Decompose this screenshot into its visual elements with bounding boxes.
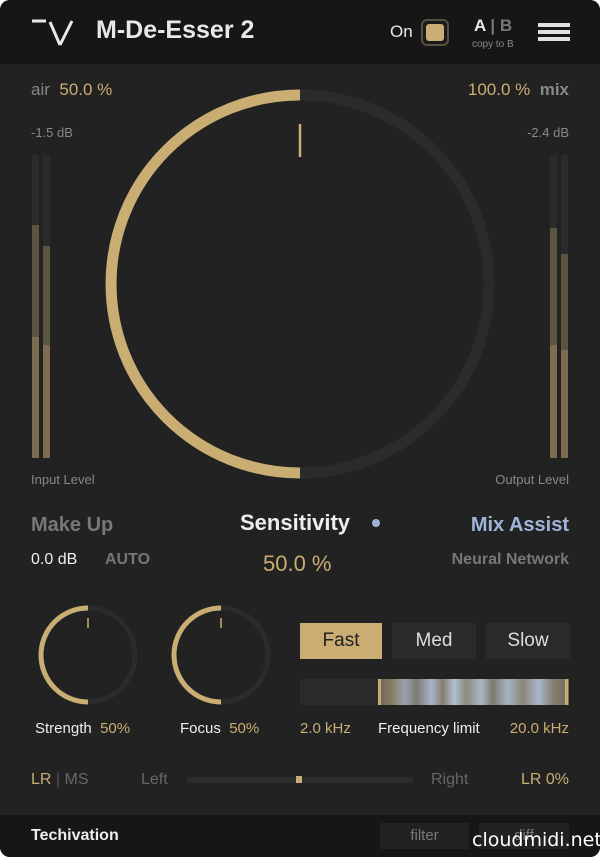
- ms-option[interactable]: MS: [65, 771, 89, 788]
- strength-readout: Strength 50%: [35, 720, 130, 737]
- frequency-high-value[interactable]: 20.0 kHz: [510, 720, 569, 737]
- frequency-spectrum: [378, 679, 569, 705]
- speed-slow-button[interactable]: Slow: [486, 623, 570, 659]
- a-label[interactable]: A: [474, 16, 486, 35]
- focus-value[interactable]: 50%: [229, 720, 259, 737]
- header: M-De-Esser 2 On A | B copy to B: [0, 0, 600, 64]
- input-peak: -1.5 dB: [31, 125, 73, 140]
- sensitivity-arc: [105, 89, 301, 479]
- makeup-label: Make Up: [31, 514, 114, 536]
- strength-knob[interactable]: [35, 602, 141, 708]
- b-label[interactable]: B: [500, 16, 512, 35]
- stereo-mode-switch[interactable]: LR | MS: [31, 771, 89, 789]
- output-level-label: Output Level: [495, 472, 569, 487]
- frequency-limit-label: Frequency limit: [378, 720, 480, 737]
- neural-network-label: Neural Network: [451, 551, 569, 568]
- mix-assist-button[interactable]: Mix Assist: [471, 514, 569, 537]
- speed-fast-button[interactable]: Fast: [300, 623, 382, 659]
- sensitivity-value[interactable]: 50.0 %: [263, 551, 332, 577]
- strength-label: Strength: [35, 720, 92, 737]
- input-meter-left: [32, 155, 39, 458]
- copy-to-b-button[interactable]: copy to B: [472, 39, 514, 50]
- frequency-low-handle[interactable]: [378, 679, 381, 705]
- mix-label: mix: [539, 80, 569, 99]
- lr-option[interactable]: LR: [31, 771, 51, 788]
- focus-arc: [171, 605, 222, 705]
- sensitivity-label: Sensitivity: [240, 510, 351, 535]
- output-meter-left: [550, 155, 557, 458]
- speed-med-button[interactable]: Med: [392, 623, 476, 659]
- on-label: On: [390, 22, 413, 41]
- focus-knob[interactable]: [168, 602, 274, 708]
- power-toggle[interactable]: [421, 19, 449, 46]
- input-level-label: Input Level: [31, 472, 95, 487]
- air-label: air: [31, 80, 50, 99]
- makeup-value[interactable]: 0.0 dB: [31, 551, 77, 569]
- sensitivity-knob[interactable]: [100, 89, 500, 479]
- focus-label: Focus: [180, 720, 221, 737]
- plugin-title: M-De-Esser 2: [96, 16, 255, 44]
- plugin-window: M-De-Esser 2 On A | B copy to B air 50.0…: [0, 0, 600, 857]
- strength-value[interactable]: 50%: [100, 720, 130, 737]
- stereo-balance-slider[interactable]: [186, 776, 414, 783]
- ab-switch[interactable]: A | B: [474, 16, 512, 36]
- strength-arc: [38, 605, 89, 705]
- right-label: Right: [431, 771, 469, 788]
- input-meter-right: [43, 155, 50, 458]
- filter-button[interactable]: filter: [380, 823, 469, 849]
- stereo-value[interactable]: LR 0%: [521, 771, 569, 789]
- left-label: Left: [141, 771, 168, 788]
- focus-readout: Focus 50%: [180, 720, 259, 737]
- output-meter-right: [561, 155, 568, 458]
- frequency-high-handle[interactable]: [565, 679, 568, 705]
- stereo-balance-handle[interactable]: [296, 776, 302, 783]
- output-peak: -2.4 dB: [527, 125, 569, 140]
- stereo-separator: |: [55, 771, 61, 788]
- footer: Techivation filter diff cloudmidi.net: [0, 815, 600, 857]
- frequency-range-slider[interactable]: [300, 679, 569, 705]
- watermark: cloudmidi.net: [472, 829, 600, 851]
- menu-icon[interactable]: [538, 23, 570, 41]
- logo-icon: [32, 19, 74, 46]
- ab-separator: |: [490, 16, 496, 35]
- makeup-auto-button[interactable]: AUTO: [105, 551, 150, 569]
- frequency-low-value[interactable]: 2.0 kHz: [300, 720, 351, 737]
- sensitivity-indicator-dot: [372, 519, 380, 527]
- brand-label: Techivation: [31, 827, 119, 844]
